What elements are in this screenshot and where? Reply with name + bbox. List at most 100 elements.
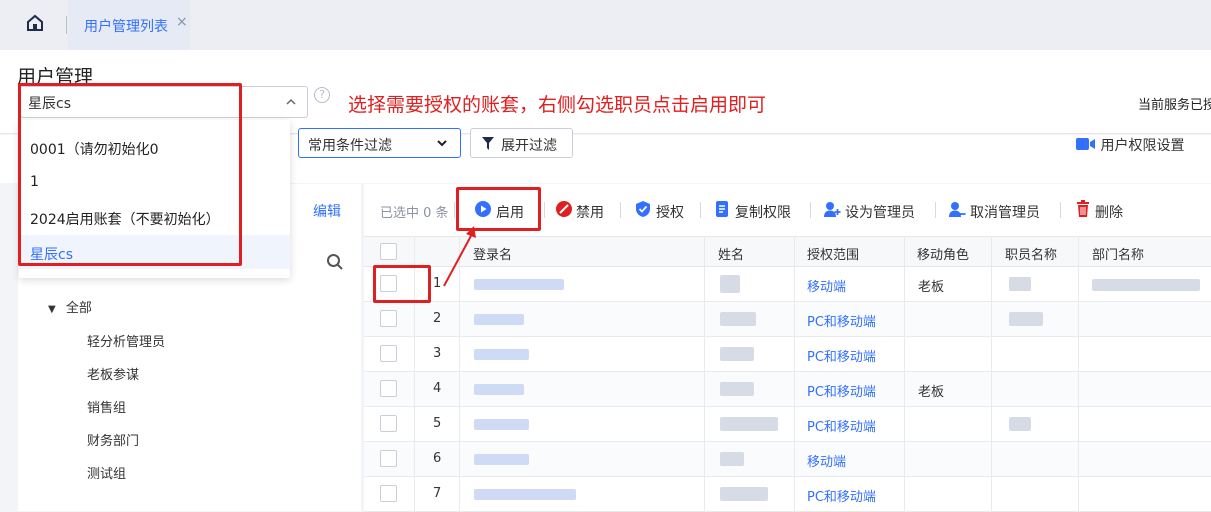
row-checkbox[interactable] (380, 345, 397, 362)
tab-close-icon[interactable]: × (176, 14, 188, 30)
scope-link[interactable]: PC和移动端 (807, 311, 876, 330)
mobile-role: 老板 (918, 280, 945, 295)
common-filter-label: 常用条件过滤 (308, 138, 392, 154)
tree-item-test-group[interactable]: 测试组 (87, 463, 126, 482)
scope-link[interactable]: PC和移动端 (807, 486, 876, 505)
expand-filter-button[interactable]: 展开过滤 (470, 128, 573, 158)
row-index: 5 (433, 416, 442, 431)
caret-down-icon: ▼ (48, 304, 56, 315)
table-row[interactable]: 2 PC和移动端 (364, 302, 1211, 337)
redacted-name (720, 452, 744, 466)
authorize-button[interactable]: 授权 (656, 202, 684, 222)
user-permission-settings-button[interactable]: 用户权限设置 (1076, 135, 1184, 155)
column-divider (904, 236, 905, 511)
tab-separator (66, 16, 67, 34)
redacted-login (474, 489, 576, 500)
toolbar-divider (700, 202, 701, 218)
table-row[interactable]: 4 PC和移动端 老板 (364, 372, 1211, 407)
redacted-name (720, 417, 778, 431)
tree-item-light-analysis-admin[interactable]: 轻分析管理员 (87, 331, 165, 350)
tab-label: 用户管理列表 (84, 19, 168, 35)
filter-icon (482, 137, 494, 154)
service-status-text: 当前服务已授 (1138, 98, 1211, 113)
column-header-scope: 授权范围 (807, 248, 860, 263)
chevron-down-icon (436, 137, 448, 153)
delete-button[interactable]: 删除 (1095, 202, 1123, 222)
toolbar-divider (1060, 202, 1061, 218)
redacted-login (474, 384, 524, 395)
redacted-employee (1009, 277, 1031, 291)
search-icon[interactable] (326, 253, 344, 271)
tree-item-boss-advisor[interactable]: 老板参谋 (87, 364, 139, 383)
scope-link[interactable]: 移动端 (807, 276, 846, 295)
set-admin-button[interactable]: 设为管理员 (845, 202, 915, 222)
tree-root-label: 全部 (65, 301, 92, 316)
scope-link[interactable]: PC和移动端 (807, 381, 876, 400)
expand-filter-label: 展开过滤 (501, 138, 557, 154)
scope-link[interactable]: PC和移动端 (807, 346, 876, 365)
shield-check-icon (634, 200, 652, 218)
copy-document-icon (713, 200, 731, 218)
column-divider (1078, 236, 1079, 511)
toolbar-divider (810, 202, 811, 218)
tree-root-all[interactable]: ▼ 全部 (48, 297, 92, 316)
help-icon[interactable]: ? (314, 87, 330, 103)
scope-link[interactable]: 移动端 (807, 451, 846, 470)
row-checkbox[interactable] (380, 310, 397, 327)
column-divider (704, 236, 705, 511)
column-divider (991, 236, 992, 511)
chevron-up-icon (285, 96, 297, 108)
redacted-name (720, 487, 768, 501)
edit-link[interactable]: 编辑 (313, 201, 341, 221)
redacted-login (474, 349, 529, 360)
toolbar-divider (544, 202, 545, 218)
user-add-icon (823, 200, 841, 218)
redacted-employee (1009, 312, 1043, 326)
toolbar-divider (620, 202, 621, 218)
user-permission-settings-label: 用户权限设置 (1100, 138, 1185, 154)
annotation-highlight-row-checkbox (373, 265, 431, 303)
redacted-name (720, 275, 740, 293)
scope-link[interactable]: PC和移动端 (807, 416, 876, 435)
redacted-name (720, 382, 754, 396)
ban-icon (555, 200, 573, 218)
redacted-login (474, 419, 529, 430)
row-checkbox[interactable] (380, 485, 397, 502)
tree-item-sales-group[interactable]: 销售组 (87, 397, 126, 416)
tree-item-finance-dept[interactable]: 财务部门 (87, 430, 139, 449)
row-index: 2 (433, 311, 442, 326)
trash-icon (1074, 200, 1092, 218)
row-checkbox[interactable] (380, 380, 397, 397)
redacted-login (474, 454, 529, 465)
column-header-name: 姓名 (718, 248, 745, 263)
table-row[interactable]: 5 PC和移动端 (364, 407, 1211, 442)
annotation-text: 选择需要授权的账套，右侧勾选职员点击启用即可 (348, 94, 767, 116)
table-row[interactable]: 3 PC和移动端 (364, 337, 1211, 372)
column-header-employee-name: 职员名称 (1005, 248, 1058, 263)
redacted-name (720, 347, 754, 361)
tab-user-management-list[interactable]: 用户管理列表 × (68, 0, 190, 50)
disable-button[interactable]: 禁用 (576, 202, 604, 222)
common-filter-select[interactable]: 常用条件过滤 (298, 128, 461, 158)
row-index: 6 (433, 451, 442, 466)
home-icon[interactable] (24, 12, 46, 34)
redacted-name (720, 312, 756, 326)
table-row[interactable]: 6 移动端 (364, 442, 1211, 477)
redacted-department (1092, 279, 1200, 291)
row-index: 7 (433, 486, 442, 501)
cancel-admin-button[interactable]: 取消管理员 (970, 202, 1040, 222)
row-checkbox[interactable] (380, 450, 397, 467)
annotation-highlight-account (18, 83, 242, 266)
copy-permissions-button[interactable]: 复制权限 (735, 202, 791, 222)
select-all-checkbox[interactable] (380, 243, 397, 260)
user-remove-icon (948, 200, 966, 218)
table-row[interactable]: 7 PC和移动端 (364, 477, 1211, 512)
column-header-mobile-role: 移动角色 (917, 248, 970, 263)
row-index: 3 (433, 346, 442, 361)
video-icon (1076, 137, 1096, 155)
redacted-employee (1009, 417, 1031, 431)
column-divider (794, 236, 795, 511)
top-nav-bar: 用户管理列表 × (0, 0, 1211, 50)
row-checkbox[interactable] (380, 415, 397, 432)
mobile-role: 老板 (918, 385, 945, 400)
